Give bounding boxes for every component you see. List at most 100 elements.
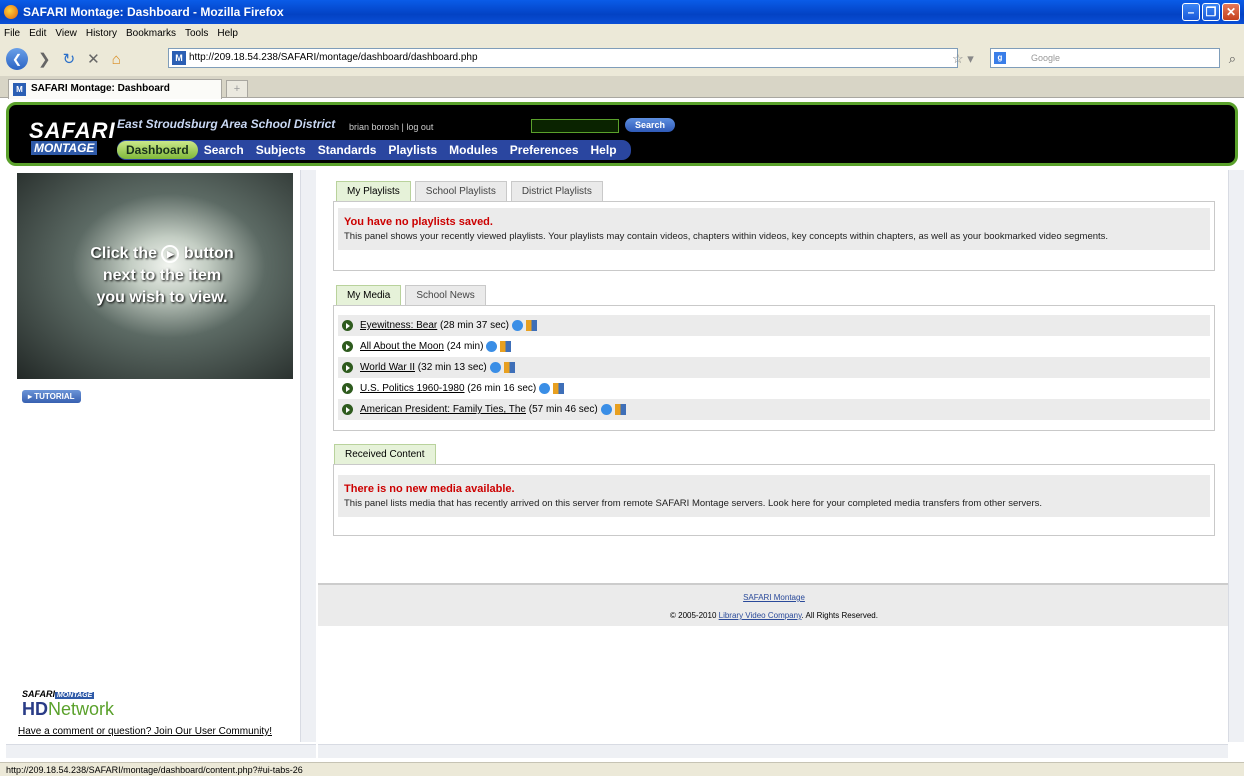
firefox-icon	[4, 5, 18, 19]
nav-preferences[interactable]: Preferences	[504, 143, 585, 157]
play-icon[interactable]	[342, 341, 353, 352]
hd-logo-network: Network	[48, 699, 115, 719]
share-icon[interactable]	[503, 362, 515, 373]
playlists-heading: You have no playlists saved.	[344, 216, 493, 228]
window-title: SAFARI Montage: Dashboard - Mozilla Fire…	[23, 5, 284, 19]
menu-file[interactable]: File	[4, 28, 20, 39]
url-text: http://209.18.54.238/SAFARI/montage/dash…	[189, 52, 478, 63]
bookmark-star-icon[interactable]: ☆ ▾	[952, 51, 974, 67]
left-frame-hscrollbar[interactable]	[6, 744, 316, 758]
media-duration: (32 min 13 sec)	[417, 362, 487, 373]
media-title-link[interactable]: World War II	[360, 362, 415, 373]
tab-school-news[interactable]: School News	[405, 285, 486, 306]
search-engine-box[interactable]: g Google	[990, 48, 1220, 68]
menu-history[interactable]: History	[86, 28, 117, 39]
montage-logo[interactable]: MONTAGE	[31, 141, 98, 155]
tab-my-media[interactable]: My Media	[336, 285, 402, 306]
media-title-link[interactable]: U.S. Politics 1960-1980	[360, 383, 465, 394]
share-icon[interactable]	[500, 341, 512, 352]
footer-company-link[interactable]: Library Video Company	[719, 611, 802, 620]
back-button[interactable]: ❮	[6, 48, 28, 70]
logout-link[interactable]: log out	[406, 122, 433, 132]
stop-button[interactable]: ✕	[87, 50, 100, 68]
promo-line-4: you wish to view.	[96, 289, 228, 306]
share-icon[interactable]	[614, 404, 626, 415]
community-link[interactable]: Have a comment or question? Join Our Use…	[18, 726, 272, 737]
copyright-year: © 2005-2010	[670, 611, 717, 620]
nav-search[interactable]: Search	[198, 143, 250, 157]
play-icon[interactable]	[342, 362, 353, 373]
media-title-link[interactable]: American President: Family Ties, The	[360, 404, 526, 415]
site-favicon: M	[172, 51, 186, 65]
new-tab-button[interactable]: +	[226, 80, 248, 98]
tab-received-content[interactable]: Received Content	[334, 444, 436, 465]
media-item: U.S. Politics 1960-1980 (26 min 16 sec)	[338, 378, 1210, 399]
main-frame-hscrollbar[interactable]	[318, 744, 1228, 758]
main-nav: Dashboard Search Subjects Standards Play…	[117, 140, 631, 160]
nav-playlists[interactable]: Playlists	[382, 143, 443, 157]
maximize-button[interactable]: ❐	[1202, 3, 1220, 21]
footer-safari-link[interactable]: SAFARI Montage	[743, 593, 805, 602]
play-icon[interactable]	[342, 383, 353, 394]
hd-logo-safari: SAFARI	[22, 689, 56, 699]
media-duration: (57 min 46 sec)	[528, 404, 598, 415]
media-item: All About the Moon (24 min)	[338, 336, 1210, 357]
preview-icon[interactable]	[600, 404, 612, 415]
site-search-input[interactable]	[531, 119, 619, 133]
page-footer: SAFARI Montage © 2005-2010 Library Video…	[318, 583, 1230, 626]
media-duration: (28 min 37 sec)	[440, 320, 509, 331]
menu-view[interactable]: View	[55, 28, 77, 39]
site-search-button[interactable]: Search	[625, 118, 676, 132]
media-panel: Eyewitness: Bear (28 min 37 sec) All Abo…	[333, 305, 1215, 431]
preview-icon[interactable]	[539, 383, 551, 394]
play-icon[interactable]	[342, 404, 353, 415]
menu-bookmarks[interactable]: Bookmarks	[126, 28, 176, 39]
preview-icon[interactable]	[486, 341, 498, 352]
status-bar: http://209.18.54.238/SAFARI/montage/dash…	[0, 762, 1244, 776]
navigation-toolbar: ❮ ❯ ↻ ✕ ⌂ M http://209.18.54.238/SAFARI/…	[0, 42, 1244, 76]
media-title-link[interactable]: All About the Moon	[360, 341, 444, 352]
nav-dashboard[interactable]: Dashboard	[117, 141, 198, 159]
share-icon[interactable]	[525, 320, 537, 331]
nav-help[interactable]: Help	[585, 143, 623, 157]
nav-standards[interactable]: Standards	[312, 143, 383, 157]
main-frame-scrollbar[interactable]	[1228, 170, 1244, 742]
media-item: World War II (32 min 13 sec)	[338, 357, 1210, 378]
tab-favicon: M	[13, 83, 26, 96]
promo-line-1: Click the	[90, 245, 158, 262]
received-tabs: Received Content	[334, 444, 436, 465]
menu-help[interactable]: Help	[217, 28, 238, 39]
tab-school-playlists[interactable]: School Playlists	[414, 181, 507, 202]
tab-district-playlists[interactable]: District Playlists	[510, 181, 603, 202]
tab-title: SAFARI Montage: Dashboard	[31, 83, 170, 94]
tab-my-playlists[interactable]: My Playlists	[336, 181, 411, 202]
google-icon[interactable]: g	[994, 52, 1006, 64]
forward-button[interactable]: ❯	[38, 50, 51, 68]
media-title-link[interactable]: Eyewitness: Bear	[360, 320, 437, 331]
url-bar[interactable]: M http://209.18.54.238/SAFARI/montage/da…	[168, 48, 958, 68]
close-button[interactable]: ✕	[1222, 3, 1240, 21]
share-icon[interactable]	[553, 383, 565, 394]
playlist-tabs: My Playlists School Playlists District P…	[336, 181, 603, 202]
left-frame-scrollbar[interactable]	[300, 170, 316, 742]
menu-edit[interactable]: Edit	[29, 28, 46, 39]
home-button[interactable]: ⌂	[112, 51, 121, 68]
preview-icon[interactable]	[489, 362, 501, 373]
reload-button[interactable]: ↻	[63, 50, 76, 68]
nav-modules[interactable]: Modules	[443, 143, 504, 157]
preview-icon[interactable]	[511, 320, 523, 331]
browser-tab[interactable]: M SAFARI Montage: Dashboard	[8, 79, 222, 99]
hd-network-logo: SAFARI MONTAGE HDNetwork	[22, 689, 114, 720]
media-duration: (26 min 16 sec)	[467, 383, 537, 394]
search-icon[interactable]: ⌕	[1229, 51, 1236, 67]
playlists-message: You have no playlists saved. This panel …	[338, 208, 1210, 250]
tutorial-button[interactable]: ▸ TUTORIAL	[22, 390, 81, 403]
menu-tools[interactable]: Tools	[185, 28, 208, 39]
received-text: This panel lists media that has recently…	[344, 498, 1043, 509]
nav-subjects[interactable]: Subjects	[250, 143, 312, 157]
play-icon[interactable]	[342, 320, 353, 331]
promo-line-2: button	[183, 245, 234, 262]
minimize-button[interactable]: –	[1182, 3, 1200, 21]
copyright-text: . All Rights Reserved.	[801, 611, 878, 620]
media-item: American President: Family Ties, The (57…	[338, 399, 1210, 420]
